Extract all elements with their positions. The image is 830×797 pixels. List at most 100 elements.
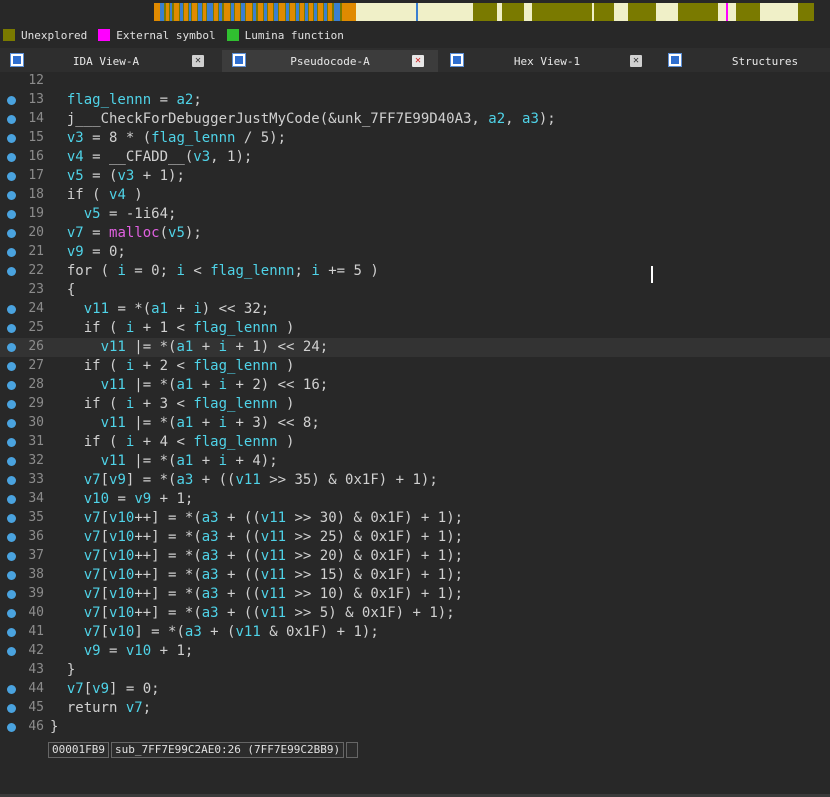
identifier-token[interactable]: a3: [202, 605, 219, 621]
code-text[interactable]: v7[v10] = *(a3 + (v11 & 0x1F) + 1);: [50, 624, 379, 640]
identifier-token[interactable]: a3: [176, 472, 193, 488]
code-line[interactable]: 38 v7[v10++] = *(a3 + ((v11 >> 15) & 0x1…: [0, 566, 830, 585]
code-line[interactable]: 29 if ( i + 3 < flag_lennn ): [0, 395, 830, 414]
code-text[interactable]: v9 = 0;: [50, 244, 126, 260]
identifier-token[interactable]: v3: [193, 149, 210, 165]
navigation-segment[interactable]: [798, 3, 814, 21]
identifier-token[interactable]: i: [219, 339, 227, 355]
code-text[interactable]: if ( i + 2 < flag_lennn ): [50, 358, 295, 374]
navigation-segment[interactable]: [502, 3, 524, 21]
navigation-segment[interactable]: [192, 3, 197, 21]
code-line[interactable]: 14 j___CheckForDebuggerJustMyCode(&unk_7…: [0, 110, 830, 129]
identifier-token[interactable]: a3: [202, 586, 219, 602]
identifier-token[interactable]: v3: [67, 130, 84, 146]
identifier-token[interactable]: a3: [202, 548, 219, 564]
identifier-token[interactable]: v5: [168, 225, 185, 241]
navigation-segment[interactable]: [160, 3, 164, 21]
code-text[interactable]: if ( v4 ): [50, 187, 143, 203]
code-text[interactable]: v7[v9] = 0;: [50, 681, 160, 697]
navigation-segment[interactable]: [224, 3, 230, 21]
breakpoint-dot-icon[interactable]: [7, 476, 16, 485]
breakpoint-dot-icon[interactable]: [7, 495, 16, 504]
navigation-segment[interactable]: [174, 3, 179, 21]
identifier-token[interactable]: flag_lennn: [193, 434, 277, 450]
identifier-token[interactable]: v5: [84, 206, 101, 222]
navigation-segment[interactable]: [241, 3, 245, 21]
breakpoint-dot-icon[interactable]: [7, 305, 16, 314]
navigation-band[interactable]: [0, 0, 830, 24]
breakpoint-dot-icon[interactable]: [7, 685, 16, 694]
navigation-segment[interactable]: [268, 3, 273, 21]
identifier-token[interactable]: v11: [84, 301, 109, 317]
code-text[interactable]: v7[v10++] = *(a3 + ((v11 >> 10) & 0x1F) …: [50, 586, 463, 602]
code-text[interactable]: v7 = malloc(v5);: [50, 225, 202, 241]
navigation-segment[interactable]: [231, 3, 234, 21]
identifier-token[interactable]: v11: [261, 605, 286, 621]
identifier-token[interactable]: v11: [101, 339, 126, 355]
code-text[interactable]: for ( i = 0; i < flag_lennn; i += 5 ): [50, 263, 379, 279]
navigation-strip[interactable]: [154, 3, 814, 21]
navigation-segment[interactable]: [264, 3, 267, 21]
identifier-token[interactable]: a3: [202, 529, 219, 545]
identifier-token[interactable]: a3: [202, 567, 219, 583]
breakpoint-dot-icon[interactable]: [7, 115, 16, 124]
tab-pseudocode-a[interactable]: Pseudocode-A ✕: [222, 50, 438, 72]
identifier-token[interactable]: a2: [176, 92, 193, 108]
code-line[interactable]: 18 if ( v4 ): [0, 186, 830, 205]
navigation-segment[interactable]: [314, 3, 317, 21]
code-line[interactable]: 21 v9 = 0;: [0, 243, 830, 262]
code-text[interactable]: v7[v10++] = *(a3 + ((v11 >> 25) & 0x1F) …: [50, 529, 463, 545]
navigation-segment[interactable]: [214, 3, 218, 21]
code-text[interactable]: v10 = v9 + 1;: [50, 491, 194, 507]
code-line[interactable]: 28 v11 |= *(a1 + i + 2) << 16;: [0, 376, 830, 395]
identifier-token[interactable]: v7: [126, 700, 143, 716]
identifier-token[interactable]: v11: [261, 510, 286, 526]
code-line[interactable]: 36 v7[v10++] = *(a3 + ((v11 >> 25) & 0x1…: [0, 528, 830, 547]
code-line[interactable]: 24 v11 = *(a1 + i) << 32;: [0, 300, 830, 319]
identifier-token[interactable]: v10: [109, 605, 134, 621]
code-line[interactable]: 13 flag_lennn = a2;: [0, 91, 830, 110]
code-text[interactable]: v7[v10++] = *(a3 + ((v11 >> 5) & 0x1F) +…: [50, 605, 455, 621]
code-text[interactable]: v11 |= *(a1 + i + 2) << 16;: [50, 377, 329, 393]
identifier-token[interactable]: a3: [185, 624, 202, 640]
navigation-segment[interactable]: [656, 3, 678, 21]
navigation-segment[interactable]: [300, 3, 304, 21]
identifier-token[interactable]: v11: [261, 529, 286, 545]
breakpoint-dot-icon[interactable]: [7, 343, 16, 352]
breakpoint-dot-icon[interactable]: [7, 514, 16, 523]
code-text[interactable]: {: [50, 282, 75, 298]
code-line[interactable]: 45 return v7;: [0, 699, 830, 718]
navigation-segment[interactable]: [736, 3, 760, 21]
navigation-segment[interactable]: [524, 3, 532, 21]
code-line[interactable]: 40 v7[v10++] = *(a3 + ((v11 >> 5) & 0x1F…: [0, 604, 830, 623]
breakpoint-dot-icon[interactable]: [7, 723, 16, 732]
code-line[interactable]: 22 for ( i = 0; i < flag_lennn; i += 5 ): [0, 262, 830, 281]
code-line[interactable]: 31 if ( i + 4 < flag_lennn ): [0, 433, 830, 452]
close-icon[interactable]: ✕: [412, 55, 424, 67]
navigation-segment[interactable]: [184, 3, 188, 21]
navigation-segment[interactable]: [628, 3, 656, 21]
breakpoint-dot-icon[interactable]: [7, 381, 16, 390]
navigation-segment[interactable]: [180, 3, 183, 21]
pseudocode-view[interactable]: 12 13 flag_lennn = a2; 14 j___CheckForDebu…: [0, 72, 830, 740]
identifier-token[interactable]: v11: [101, 377, 126, 393]
identifier-token[interactable]: v9: [84, 643, 101, 659]
identifier-token[interactable]: v10: [109, 586, 134, 602]
breakpoint-dot-icon[interactable]: [7, 590, 16, 599]
identifier-token[interactable]: v5: [67, 168, 84, 184]
code-line[interactable]: 16 v4 = __CFADD__(v3, 1);: [0, 148, 830, 167]
navigation-segment[interactable]: [258, 3, 263, 21]
code-text[interactable]: if ( i + 1 < flag_lennn ): [50, 320, 295, 336]
code-line[interactable]: 15 v3 = 8 * (flag_lennn / 5);: [0, 129, 830, 148]
identifier-token[interactable]: v11: [261, 586, 286, 602]
breakpoint-dot-icon[interactable]: [7, 267, 16, 276]
navigation-segment[interactable]: [418, 3, 473, 21]
navigation-segment[interactable]: [324, 3, 327, 21]
navigation-segment[interactable]: [166, 3, 169, 21]
identifier-token[interactable]: flag_lennn: [210, 263, 294, 279]
tab-structures[interactable]: Structures: [660, 50, 830, 72]
identifier-token[interactable]: i: [176, 263, 184, 279]
code-line[interactable]: 25 if ( i + 1 < flag_lennn ): [0, 319, 830, 338]
identifier-token[interactable]: v10: [109, 624, 134, 640]
code-line[interactable]: 20 v7 = malloc(v5);: [0, 224, 830, 243]
